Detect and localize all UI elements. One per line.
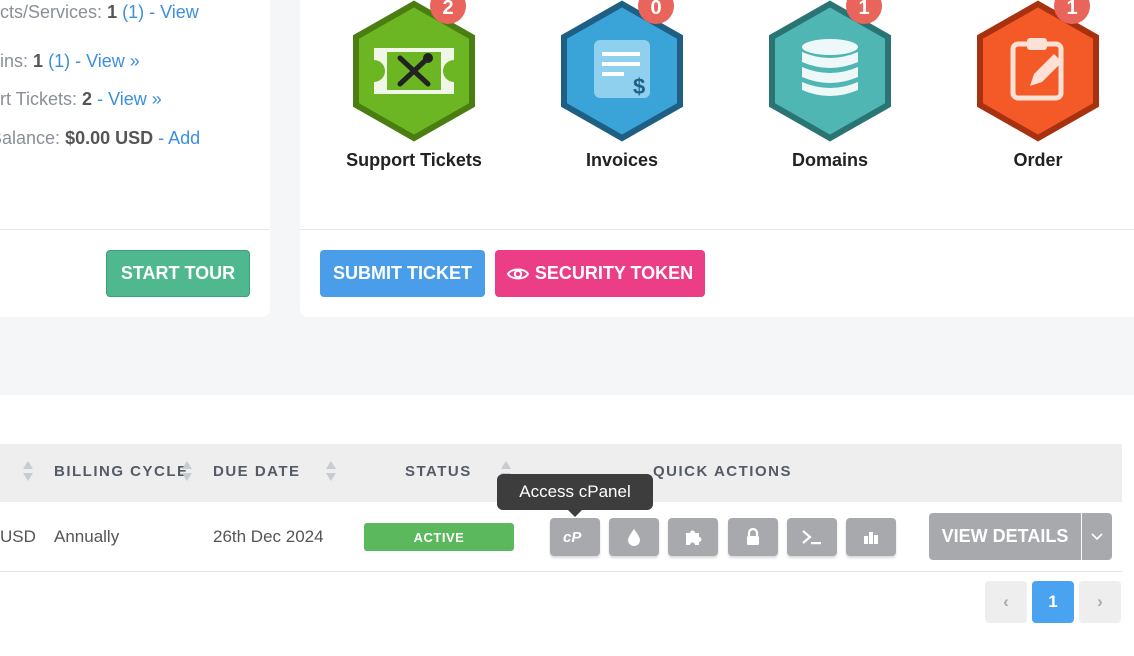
eye-icon: [506, 268, 529, 279]
terminal-icon: [802, 530, 821, 545]
sort-arrows-icon[interactable]: [182, 461, 192, 483]
cpanel-icon: cP: [563, 529, 582, 545]
svg-text:$: $: [633, 74, 645, 99]
domains-count-link[interactable]: (1): [48, 51, 70, 71]
header-quick-actions: QUICK ACTIONS: [653, 463, 792, 480]
header-status[interactable]: STATUS: [405, 463, 472, 480]
tickets-summary: ort Tickets: 2 - View »: [0, 89, 162, 109]
sort-arrows-icon[interactable]: [326, 461, 336, 483]
card-divider: [300, 229, 1134, 230]
shortcut-invoices[interactable]: $ 0 Invoices: [522, 0, 722, 171]
submit-ticket-button[interactable]: SUBMIT TICKET: [320, 250, 485, 297]
ticket-tools-icon: [374, 48, 454, 94]
security-token-label: SECURITY TOKEN: [534, 263, 694, 283]
start-tour-button[interactable]: START TOUR: [106, 250, 250, 297]
shortcut-support-tickets[interactable]: 2 Support Tickets: [314, 0, 514, 171]
shortcut-domains[interactable]: 1 Domains: [730, 0, 930, 171]
tickets-view-link[interactable]: - View »: [97, 89, 162, 109]
bar-chart-icon: [864, 532, 878, 544]
hexagon: [353, 0, 475, 142]
chevron-down-icon: [1091, 532, 1103, 540]
services-table: BILLING CYCLE DUE DATE STATUS QUICK ACTI…: [0, 395, 1134, 656]
hexagon: $: [561, 0, 683, 142]
billing-cycle-cell: Annually: [54, 527, 120, 546]
domains-summary: ains: 1 (1) - View »: [0, 51, 140, 71]
stats-button[interactable]: [846, 518, 896, 556]
puzzle-icon: [686, 530, 702, 545]
shortcut-order[interactable]: 1 Order: [938, 0, 1134, 171]
due-date-cell: 26th Dec 2024: [213, 527, 324, 546]
card-divider: [0, 229, 270, 230]
hexagon: [977, 0, 1099, 142]
invoices-label: Invoices: [585, 150, 659, 170]
webmail-button[interactable]: [609, 518, 659, 556]
order-label: Order: [1013, 150, 1063, 170]
domains-view-link[interactable]: - View »: [75, 51, 140, 71]
droplet-icon: [628, 529, 640, 546]
services-summary: ucts/Services: 1 (1) - View: [0, 2, 199, 22]
support-tickets-label: Support Tickets: [346, 150, 482, 170]
amount-cell: USD: [0, 527, 36, 546]
view-details-button[interactable]: VIEW DETAILS: [929, 513, 1081, 560]
table-row[interactable]: USD Annually 26th Dec 2024 ACTIVE cP VIE…: [0, 502, 1122, 572]
svg-text:cP: cP: [563, 529, 582, 545]
balance-summary: Balance: $0.00 USD - Add: [0, 128, 201, 148]
lock-icon: [747, 528, 759, 545]
services-view-link[interactable]: - View: [149, 2, 199, 22]
pagination-page[interactable]: 1: [1032, 581, 1074, 623]
security-token-button[interactable]: SECURITY TOKEN: [495, 250, 705, 297]
pagination-next[interactable]: ›: [1079, 581, 1121, 623]
terminal-button[interactable]: [787, 518, 837, 556]
cpanel-tooltip: Access cPanel: [497, 474, 653, 517]
domains-label: Domains: [791, 150, 869, 170]
account-summary-card: ucts/Services: 1 (1) - View ains: 1 (1) …: [0, 0, 270, 317]
cpanel-button[interactable]: cP: [550, 518, 600, 556]
status-badge: ACTIVE: [364, 523, 514, 551]
addons-button[interactable]: [668, 518, 718, 556]
invoice-dollar-icon: $: [594, 40, 650, 99]
add-funds-link[interactable]: - Add: [158, 128, 200, 148]
view-details-dropdown[interactable]: [1082, 513, 1112, 560]
pagination-prev[interactable]: ‹: [985, 581, 1027, 623]
services-count-link[interactable]: (1): [122, 2, 144, 22]
header-billing-cycle[interactable]: BILLING CYCLE: [54, 463, 189, 480]
sort-arrows-icon[interactable]: [23, 461, 33, 483]
shortcuts-card: 2 Support Tickets $ 0 Invoices 1 Domains…: [300, 0, 1134, 317]
header-due-date[interactable]: DUE DATE: [213, 463, 301, 480]
ssl-button[interactable]: [728, 518, 778, 556]
hexagon: [769, 0, 891, 142]
